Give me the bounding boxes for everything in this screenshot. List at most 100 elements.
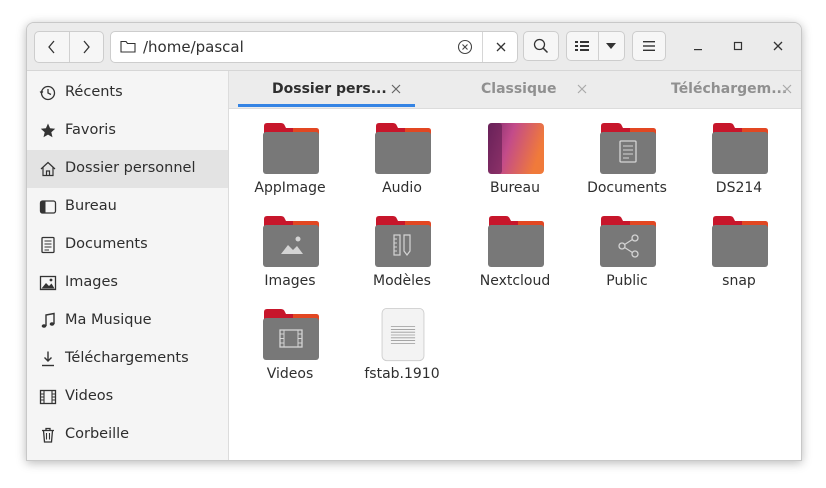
sidebar-item-images[interactable]: Images [27,264,228,302]
file-name-label: Modèles [373,273,431,289]
sidebar-item-favoris[interactable]: Favoris [27,112,228,150]
caret-down-icon [606,43,617,49]
folder-item-audio[interactable]: Audio [347,109,457,196]
minimize-button[interactable] [687,35,709,57]
text-file-icon [381,308,425,362]
folder-item-ds214[interactable]: DS214 [684,109,794,196]
folder-item-appimage[interactable]: AppImage [235,109,345,196]
file-manager-window: /home/pascal Récents Favoris Dossier per… [26,22,802,461]
folder-item-snap[interactable]: snap [684,202,794,289]
tab-label: Téléchargem... [671,81,788,97]
star-icon [40,123,56,138]
tab-bar: Dossier pers... Classique Téléchargem... [229,71,801,109]
view-options-dropdown[interactable] [597,32,624,60]
tab-dossier-personnel[interactable]: Dossier pers... [229,71,419,108]
sidebar-item-trash[interactable]: Corbeille [27,416,228,454]
active-tab-indicator [238,104,415,107]
back-button[interactable] [35,32,69,62]
folder-item-modeles[interactable]: Modèles [347,202,457,289]
header-bar: /home/pascal [27,23,801,71]
sidebar-item-music[interactable]: Ma Musique [27,302,228,340]
file-name-label: Videos [266,366,314,382]
folder-icon [488,216,544,267]
sidebar-item-videos[interactable]: Videos [27,378,228,416]
list-view-button[interactable] [567,32,598,60]
file-name-label: Audio [382,180,422,196]
videos-folder-icon [263,309,319,360]
trash-icon [42,427,54,443]
clock-icon [39,85,56,101]
file-name-label: Documents [587,180,667,196]
download-icon [42,351,54,367]
clear-circle-icon[interactable] [457,39,473,55]
folder-icon [712,216,768,267]
location-path[interactable]: /home/pascal [143,38,244,56]
file-name-label: Bureau [490,180,540,196]
folder-item-nextcloud[interactable]: Nextcloud [460,202,570,289]
chevron-right-icon [83,40,91,54]
close-icon[interactable] [389,82,403,96]
close-icon [773,41,783,51]
file-name-label: Public [606,273,648,289]
sidebar-item-bureau[interactable]: Bureau [27,188,228,226]
sidebar-item-label: Corbeille [65,426,130,442]
file-name-label: Images [264,273,316,289]
sidebar-item-label: Bureau [65,198,117,214]
search-button[interactable] [523,31,559,61]
file-name-label: DS214 [715,180,763,196]
file-view: AppImage Audio Bureau Documents DS214 Im… [229,109,801,460]
music-icon [41,312,55,328]
folder-item-public[interactable]: Public [572,202,682,289]
sidebar-item-label: Récents [65,84,123,100]
minimize-icon [694,49,702,51]
document-icon [41,236,55,254]
pictures-folder-icon [263,216,319,267]
sidebar-item-home[interactable]: Dossier personnel [27,150,228,188]
close-window-button[interactable] [767,35,789,57]
file-name-label: AppImage [254,180,326,196]
public-folder-icon [600,216,656,267]
desktop-icon [39,200,57,214]
search-icon [533,38,549,54]
sidebar: Récents Favoris Dossier personnel Bureau… [27,71,229,460]
folder-icon [375,123,431,174]
tab-classique[interactable]: Classique [419,71,609,108]
sidebar-item-downloads[interactable]: Téléchargements [27,340,228,378]
documents-folder-icon [600,123,656,174]
tab-label: Dossier pers... [272,81,387,97]
hamburger-menu-icon [643,41,655,51]
folder-icon [712,123,768,174]
maximize-button[interactable] [727,35,749,57]
file-item-fstab[interactable]: fstab.1910 [347,295,457,382]
close-icon[interactable] [780,82,794,96]
file-name-label: Nextcloud [479,273,551,289]
close-location-button[interactable] [482,32,517,62]
folder-item-images[interactable]: Images [235,202,345,289]
sidebar-item-documents[interactable]: Documents [27,226,228,264]
sidebar-item-label: Videos [65,388,114,404]
nav-button-group [34,31,104,63]
sidebar-item-label: Ma Musique [65,312,152,328]
folder-item-documents[interactable]: Documents [572,109,682,196]
folder-item-bureau[interactable]: Bureau [460,109,570,196]
sidebar-item-label: Favoris [65,122,116,138]
sidebar-item-label: Documents [65,236,148,252]
desktop-folder-icon [488,123,544,174]
forward-button[interactable] [68,32,104,62]
folder-icon [263,123,319,174]
close-icon[interactable] [575,82,589,96]
tab-telechargements[interactable]: Téléchargem... [609,71,801,108]
video-icon [39,389,57,405]
image-icon [39,275,57,291]
main-menu-button[interactable] [632,31,666,61]
folder-icon [120,40,136,53]
file-name-label: fstab.1910 [364,366,440,382]
sidebar-item-label: Téléchargements [65,350,189,366]
sidebar-item-recents[interactable]: Récents [27,74,228,112]
templates-folder-icon [375,216,431,267]
chevron-left-icon [47,40,55,54]
folder-item-videos[interactable]: Videos [235,295,345,382]
sidebar-item-label: Images [65,274,118,290]
tab-label: Classique [481,81,557,97]
location-bar[interactable]: /home/pascal [110,31,518,63]
